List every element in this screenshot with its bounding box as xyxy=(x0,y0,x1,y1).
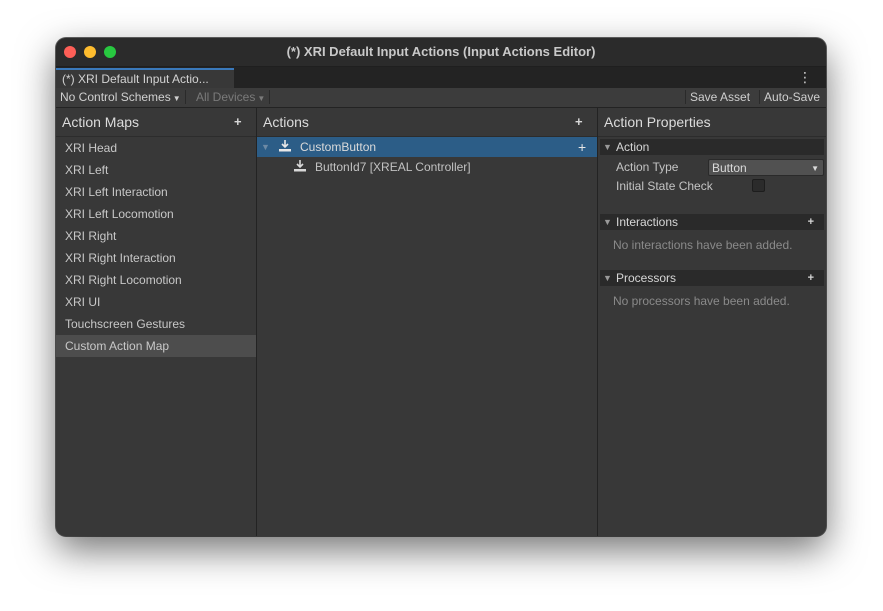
add-processor-button[interactable]: + xyxy=(808,270,814,286)
action-map-item[interactable]: XRI Head xyxy=(56,137,256,159)
tab-bar: (*) XRI Default Input Actio... ⋮ xyxy=(56,67,826,88)
initial-state-check-label: Initial State Check xyxy=(616,179,713,193)
action-map-item[interactable]: XRI UI xyxy=(56,291,256,313)
action-map-item-selected[interactable]: Custom Action Map xyxy=(56,335,256,357)
action-map-item[interactable]: XRI Right Interaction xyxy=(56,247,256,269)
interactions-section-header[interactable]: ▼ Interactions + xyxy=(600,214,824,230)
action-section-header[interactable]: ▼ Action xyxy=(600,139,824,155)
tab-input-actions[interactable]: (*) XRI Default Input Actio... xyxy=(56,68,234,88)
action-maps-title: Action Maps xyxy=(62,114,140,130)
binding-label: ButtonId7 [XREAL Controller] xyxy=(315,160,471,174)
interactions-empty-note: No interactions have been added. xyxy=(613,238,793,252)
action-maps-panel: Action Maps + XRI Head XRI Left XRI Left… xyxy=(56,108,257,536)
action-properties-panel: Action Properties ▼ Action Action Type B… xyxy=(598,108,826,536)
processors-label: Processors xyxy=(616,271,677,285)
input-actions-editor-window: (*) XRI Default Input Actions (Input Act… xyxy=(56,38,826,536)
control-scheme-label: No Control Schemes xyxy=(60,90,171,104)
actions-panel: Actions + ▼ CustomButton + ButtonId7 [XR… xyxy=(257,108,598,536)
actions-header: Actions + xyxy=(257,108,597,137)
action-map-item[interactable]: XRI Left Locomotion xyxy=(56,203,256,225)
add-action-map-button[interactable]: + xyxy=(234,114,242,129)
interactions-label: Interactions xyxy=(616,215,679,229)
expand-triangle-icon[interactable]: ▼ xyxy=(261,137,270,157)
action-type-dropdown[interactable]: Button ▼ xyxy=(708,159,824,176)
action-map-item[interactable]: XRI Left Interaction xyxy=(56,181,256,203)
control-scheme-dropdown[interactable]: No Control Schemes ▼ xyxy=(56,90,186,104)
processors-empty-note: No processors have been added. xyxy=(613,294,790,308)
action-type-label: Action Type xyxy=(616,160,679,174)
action-map-item[interactable]: XRI Right Locomotion xyxy=(56,269,256,291)
binding-icon xyxy=(294,160,306,172)
initial-state-checkbox[interactable] xyxy=(752,179,765,192)
chevron-down-icon: ▼ xyxy=(257,94,266,103)
action-map-item[interactable]: XRI Left xyxy=(56,159,256,181)
action-map-list: XRI Head XRI Left XRI Left Interaction X… xyxy=(56,137,256,357)
processors-section-header[interactable]: ▼ Processors + xyxy=(600,270,824,286)
action-row-custombutton[interactable]: ▼ CustomButton + xyxy=(257,137,597,157)
action-type-value: Button xyxy=(712,161,747,175)
action-section-label: Action xyxy=(616,140,650,154)
action-properties-title: Action Properties xyxy=(604,114,711,130)
devices-label: All Devices xyxy=(196,90,256,104)
collapse-triangle-icon: ▼ xyxy=(603,273,612,283)
action-icon xyxy=(279,140,291,152)
actions-title: Actions xyxy=(263,114,309,130)
toolbar: No Control Schemes ▼ All Devices ▼ Save As… xyxy=(56,88,826,108)
auto-save-toggle[interactable]: Auto-Save xyxy=(759,90,824,104)
save-asset-button[interactable]: Save Asset xyxy=(685,90,754,104)
devices-dropdown[interactable]: All Devices ▼ xyxy=(192,90,271,104)
chevron-down-icon: ▼ xyxy=(172,94,181,103)
action-map-item[interactable]: Touchscreen Gestures xyxy=(56,313,256,335)
action-properties-header: Action Properties xyxy=(598,108,826,137)
add-binding-button[interactable]: + xyxy=(578,137,586,157)
collapse-triangle-icon: ▼ xyxy=(603,217,612,227)
binding-row[interactable]: ButtonId7 [XREAL Controller] xyxy=(257,157,597,177)
action-map-item[interactable]: XRI Right xyxy=(56,225,256,247)
action-label: CustomButton xyxy=(300,140,377,154)
title-bar: (*) XRI Default Input Actions (Input Act… xyxy=(56,38,826,67)
action-maps-header: Action Maps + xyxy=(56,108,256,137)
window-title: (*) XRI Default Input Actions (Input Act… xyxy=(286,44,596,59)
add-action-button[interactable]: + xyxy=(575,114,583,129)
collapse-triangle-icon: ▼ xyxy=(603,142,612,152)
add-interaction-button[interactable]: + xyxy=(808,214,814,230)
kebab-menu-icon[interactable]: ⋮ xyxy=(798,69,812,85)
chevron-down-icon: ▼ xyxy=(811,164,819,173)
